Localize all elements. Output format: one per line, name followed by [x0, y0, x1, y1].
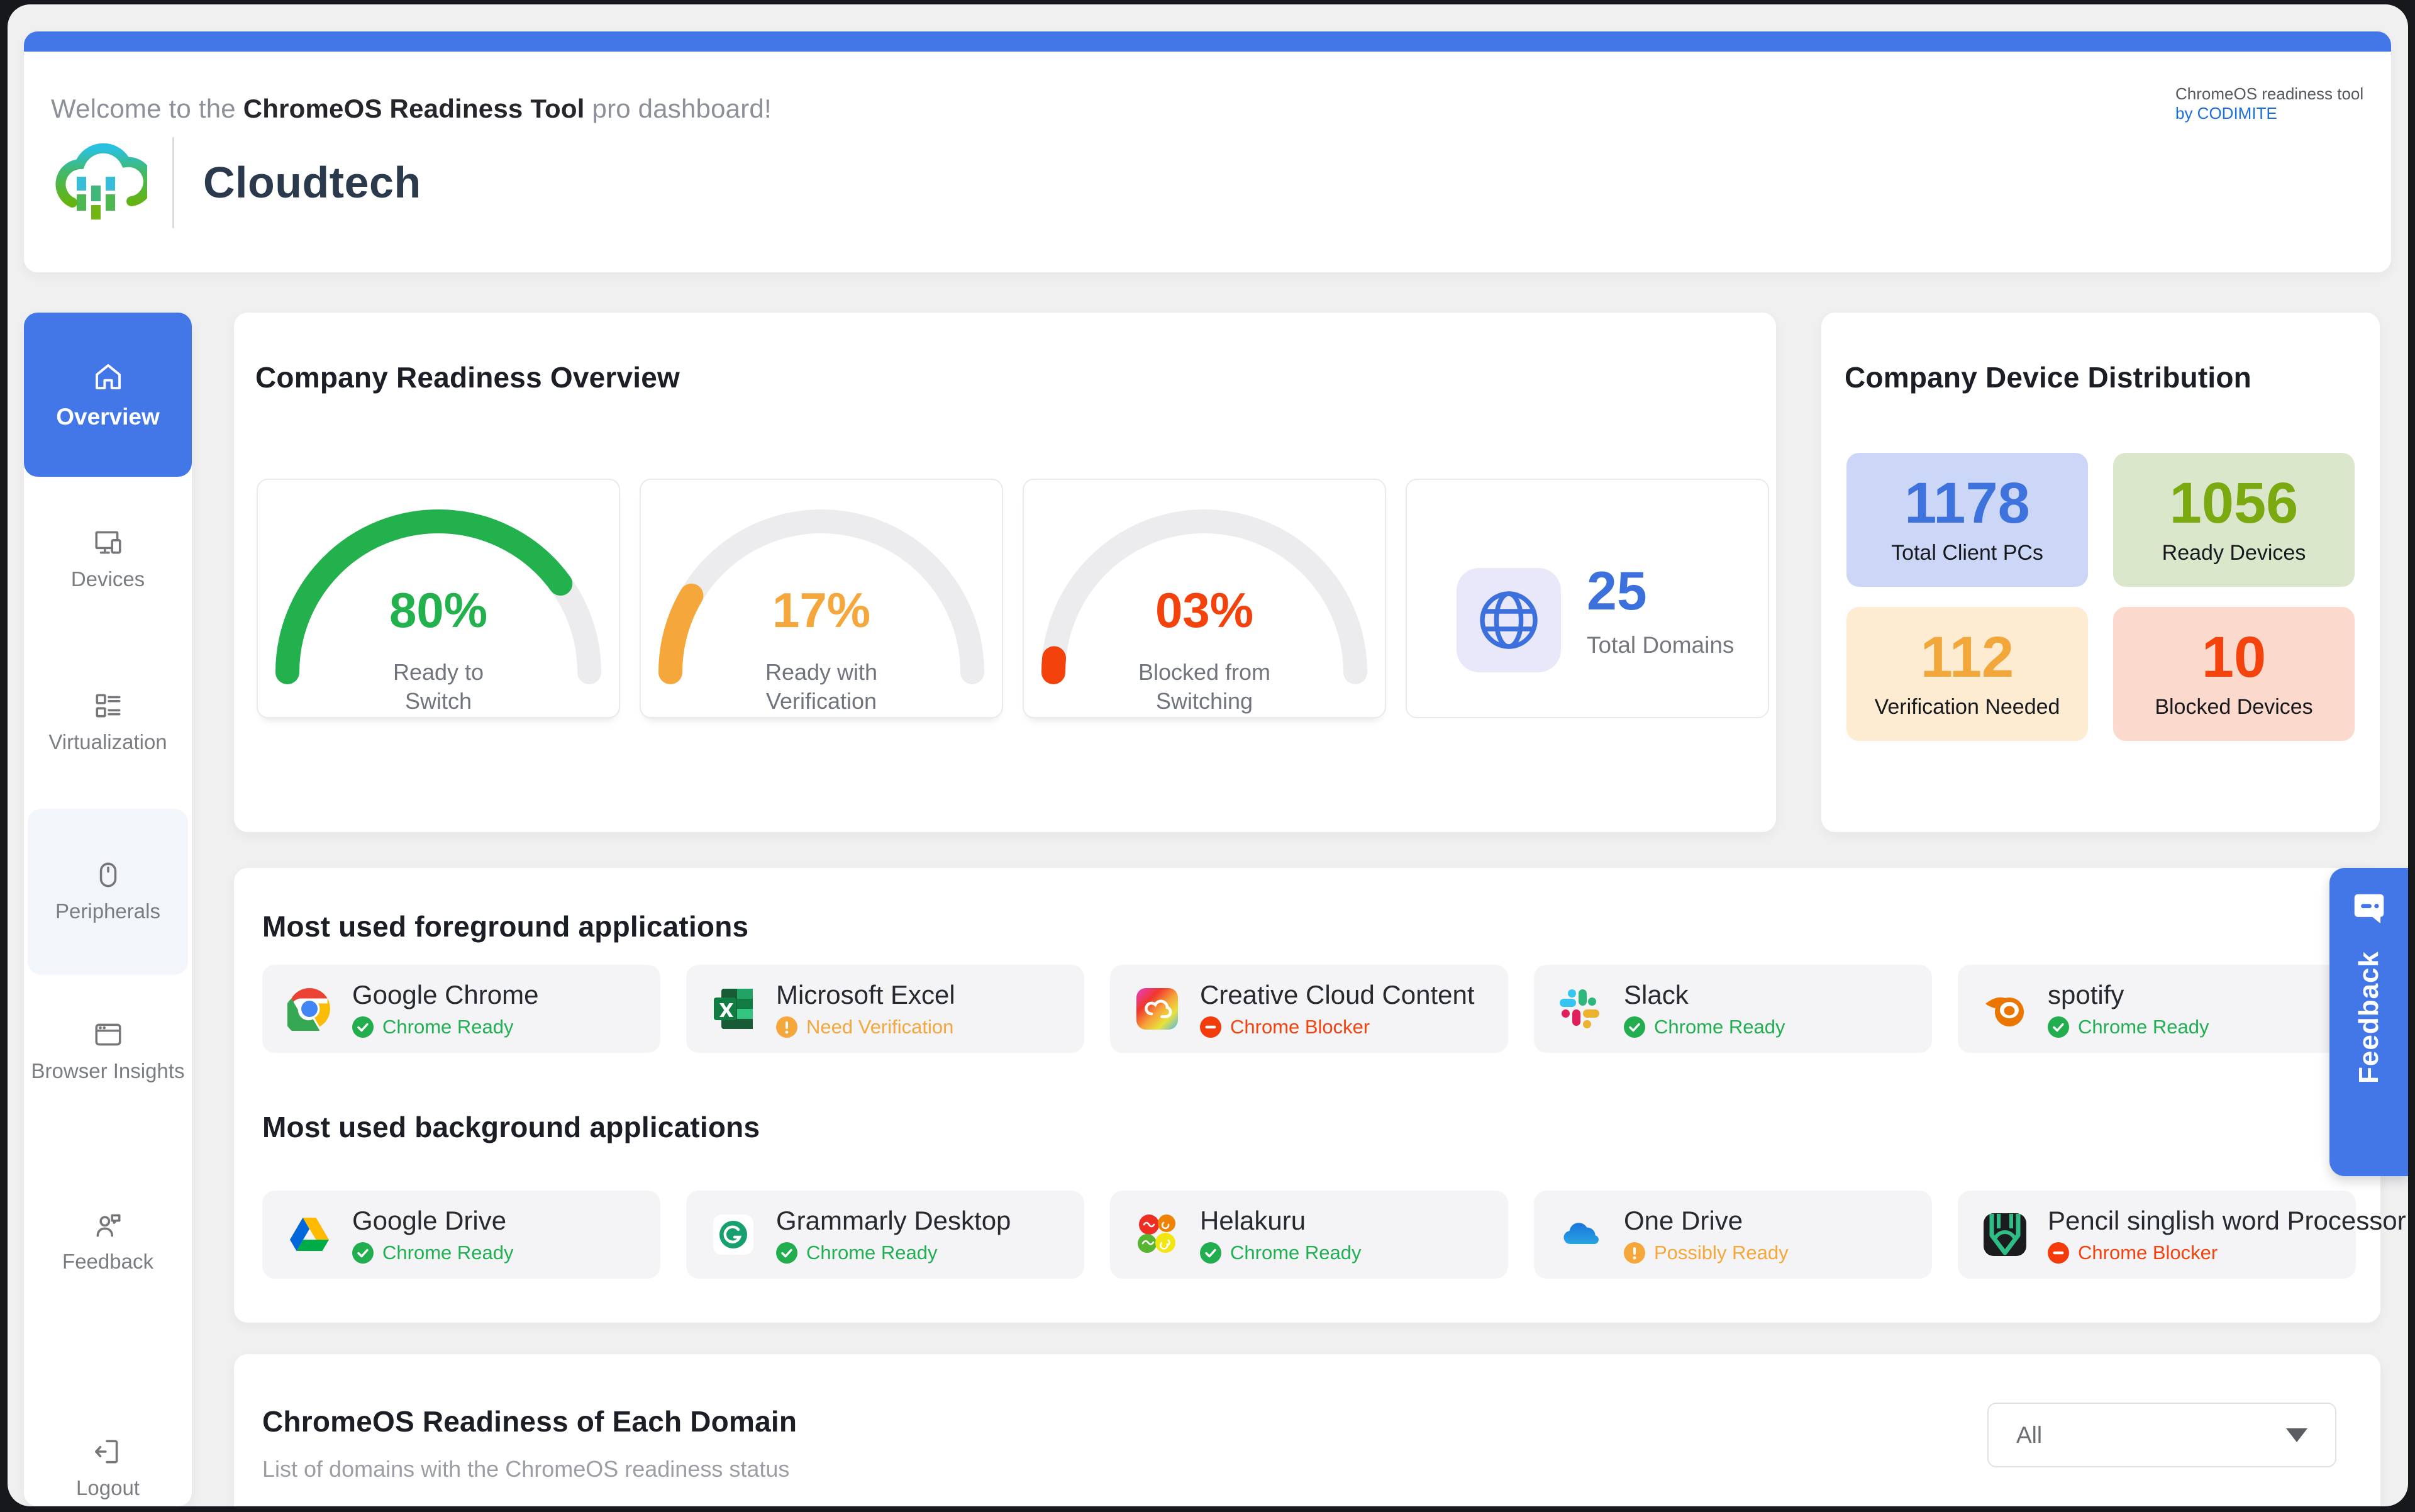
check-circle-icon: [776, 1242, 797, 1264]
warning-circle-icon: [1624, 1242, 1645, 1264]
stat-total-client-pcs: 1178 Total Client PCs: [1846, 453, 2088, 587]
brand-title: ChromeOS readiness tool: [2175, 84, 2363, 104]
gauge-ready-to-switch: 80% Ready toSwitch: [257, 479, 620, 718]
gauge-label: Ready toSwitch: [258, 658, 619, 716]
pencil-icon: [1983, 1213, 2027, 1257]
brand-by-link[interactable]: by CODIMITE: [2175, 104, 2363, 123]
readiness-overview-card: Company Readiness Overview 80% Ready toS…: [234, 313, 1776, 832]
logo-divider: [172, 137, 174, 228]
blocked-circle-icon: [1200, 1016, 1221, 1038]
background-apps-title: Most used background applications: [262, 1110, 760, 1144]
gauge-label: Blocked fromSwitching: [1024, 658, 1385, 716]
slack-icon: [1559, 987, 1603, 1031]
company-name: Cloudtech: [203, 157, 421, 208]
gauge-value: 80%: [258, 582, 619, 639]
check-circle-icon: [1200, 1242, 1221, 1264]
total-domains-value: 25: [1587, 560, 1647, 623]
readiness-overview-title: Company Readiness Overview: [255, 360, 680, 394]
check-circle-icon: [1624, 1016, 1645, 1038]
applications-card: Most used foreground applications Google…: [234, 868, 2380, 1323]
creative-cloud-icon: [1135, 987, 1179, 1031]
feedback-tab-button[interactable]: Feedback: [2329, 868, 2408, 1176]
stat-verification-needed: 112 Verification Needed: [1846, 607, 2088, 741]
app-tile-google-chrome[interactable]: Google Chrome Chrome Ready: [262, 965, 660, 1053]
app-tile-one-drive[interactable]: One Drive Possibly Ready: [1534, 1191, 1932, 1279]
cloudtech-logo: [55, 133, 147, 231]
stat-ready-devices: 1056 Ready Devices: [2113, 453, 2355, 587]
device-distribution-card: Company Device Distribution 1178 Total C…: [1821, 313, 2380, 832]
domain-filter-select[interactable]: All: [1987, 1403, 2336, 1467]
domain-readiness-subtitle: List of domains with the ChromeOS readin…: [262, 1456, 789, 1482]
mouse-icon: [92, 859, 124, 891]
welcome-message: Welcome to the ChromeOS Readiness Tool p…: [51, 94, 772, 124]
globe-icon: [1474, 585, 1544, 655]
app-tile-microsoft-excel[interactable]: Microsoft Excel Need Verification: [686, 965, 1084, 1053]
virtualization-icon: [92, 690, 124, 721]
header-card: Welcome to the ChromeOS Readiness Tool p…: [24, 31, 2391, 272]
stat-blocked-devices: 10 Blocked Devices: [2113, 607, 2355, 741]
total-domains-card: 25 Total Domains: [1406, 479, 1769, 718]
gauge-ready-with-verification: 17% Ready withVerification: [640, 479, 1003, 718]
sidebar-item-logout[interactable]: Logout: [24, 1436, 192, 1500]
app-tile-helakuru[interactable]: Helakuru Chrome Ready: [1110, 1191, 1508, 1279]
warning-circle-icon: [776, 1016, 797, 1038]
gauge-label: Ready withVerification: [641, 658, 1002, 716]
feedback-bubble-icon: [2350, 889, 2389, 928]
spotify-icon: [1983, 987, 2027, 1031]
google-chrome-icon: [287, 987, 331, 1031]
blocked-circle-icon: [2048, 1242, 2069, 1264]
app-tile-pencil-word-processor[interactable]: Pencil singlish word Processor Chrome Bl…: [1958, 1191, 2356, 1279]
feedback-tab-label: Feedback: [2353, 951, 2385, 1084]
home-icon: [91, 360, 125, 394]
app-tile-google-drive[interactable]: Google Drive Chrome Ready: [262, 1191, 660, 1279]
gauge-blocked-from-switching: 03% Blocked fromSwitching: [1023, 479, 1386, 718]
check-circle-icon: [2048, 1016, 2069, 1038]
app-tile-spotify[interactable]: spotify Chrome Ready: [1958, 965, 2356, 1053]
sidebar-item-browser-insights[interactable]: Browser Insights: [24, 1019, 192, 1083]
sidebar-item-overview[interactable]: Overview: [24, 313, 192, 477]
foreground-apps-title: Most used foreground applications: [262, 909, 748, 943]
header-accent-bar: [24, 31, 2391, 52]
app-tile-grammarly[interactable]: Grammarly Desktop Chrome Ready: [686, 1191, 1084, 1279]
domain-filter-value: All: [2016, 1422, 2042, 1448]
domain-readiness-title: ChromeOS Readiness of Each Domain: [262, 1404, 797, 1438]
sidebar-item-devices[interactable]: Devices: [24, 527, 192, 591]
logout-icon: [92, 1436, 124, 1467]
app-tile-creative-cloud[interactable]: Creative Cloud Content Chrome Blocker: [1110, 965, 1508, 1053]
check-circle-icon: [352, 1242, 374, 1264]
total-domains-label: Total Domains: [1587, 632, 1734, 659]
device-distribution-title: Company Device Distribution: [1845, 360, 2251, 394]
sidebar: Overview Devices Virtualization: [24, 313, 192, 1506]
browser-icon: [92, 1019, 124, 1050]
helakuru-icon: [1135, 1213, 1179, 1257]
chevron-down-icon: [2286, 1428, 2307, 1442]
dashboard-page: Welcome to the ChromeOS Readiness Tool p…: [8, 4, 2408, 1506]
domain-readiness-card: ChromeOS Readiness of Each Domain List o…: [234, 1354, 2380, 1506]
devices-icon: [92, 527, 124, 559]
check-circle-icon: [352, 1016, 374, 1038]
microsoft-excel-icon: [711, 987, 755, 1031]
sidebar-item-peripherals[interactable]: Peripherals: [24, 859, 192, 923]
onedrive-icon: [1559, 1213, 1603, 1257]
sidebar-item-virtualization[interactable]: Virtualization: [24, 690, 192, 754]
app-tile-slack[interactable]: Slack Chrome Ready: [1534, 965, 1932, 1053]
grammarly-icon: [711, 1213, 755, 1257]
sidebar-item-feedback[interactable]: Feedback: [24, 1209, 192, 1274]
person-feedback-icon: [92, 1209, 124, 1241]
gauge-value: 03%: [1024, 582, 1385, 639]
google-drive-icon: [287, 1213, 331, 1257]
gauge-value: 17%: [641, 582, 1002, 639]
